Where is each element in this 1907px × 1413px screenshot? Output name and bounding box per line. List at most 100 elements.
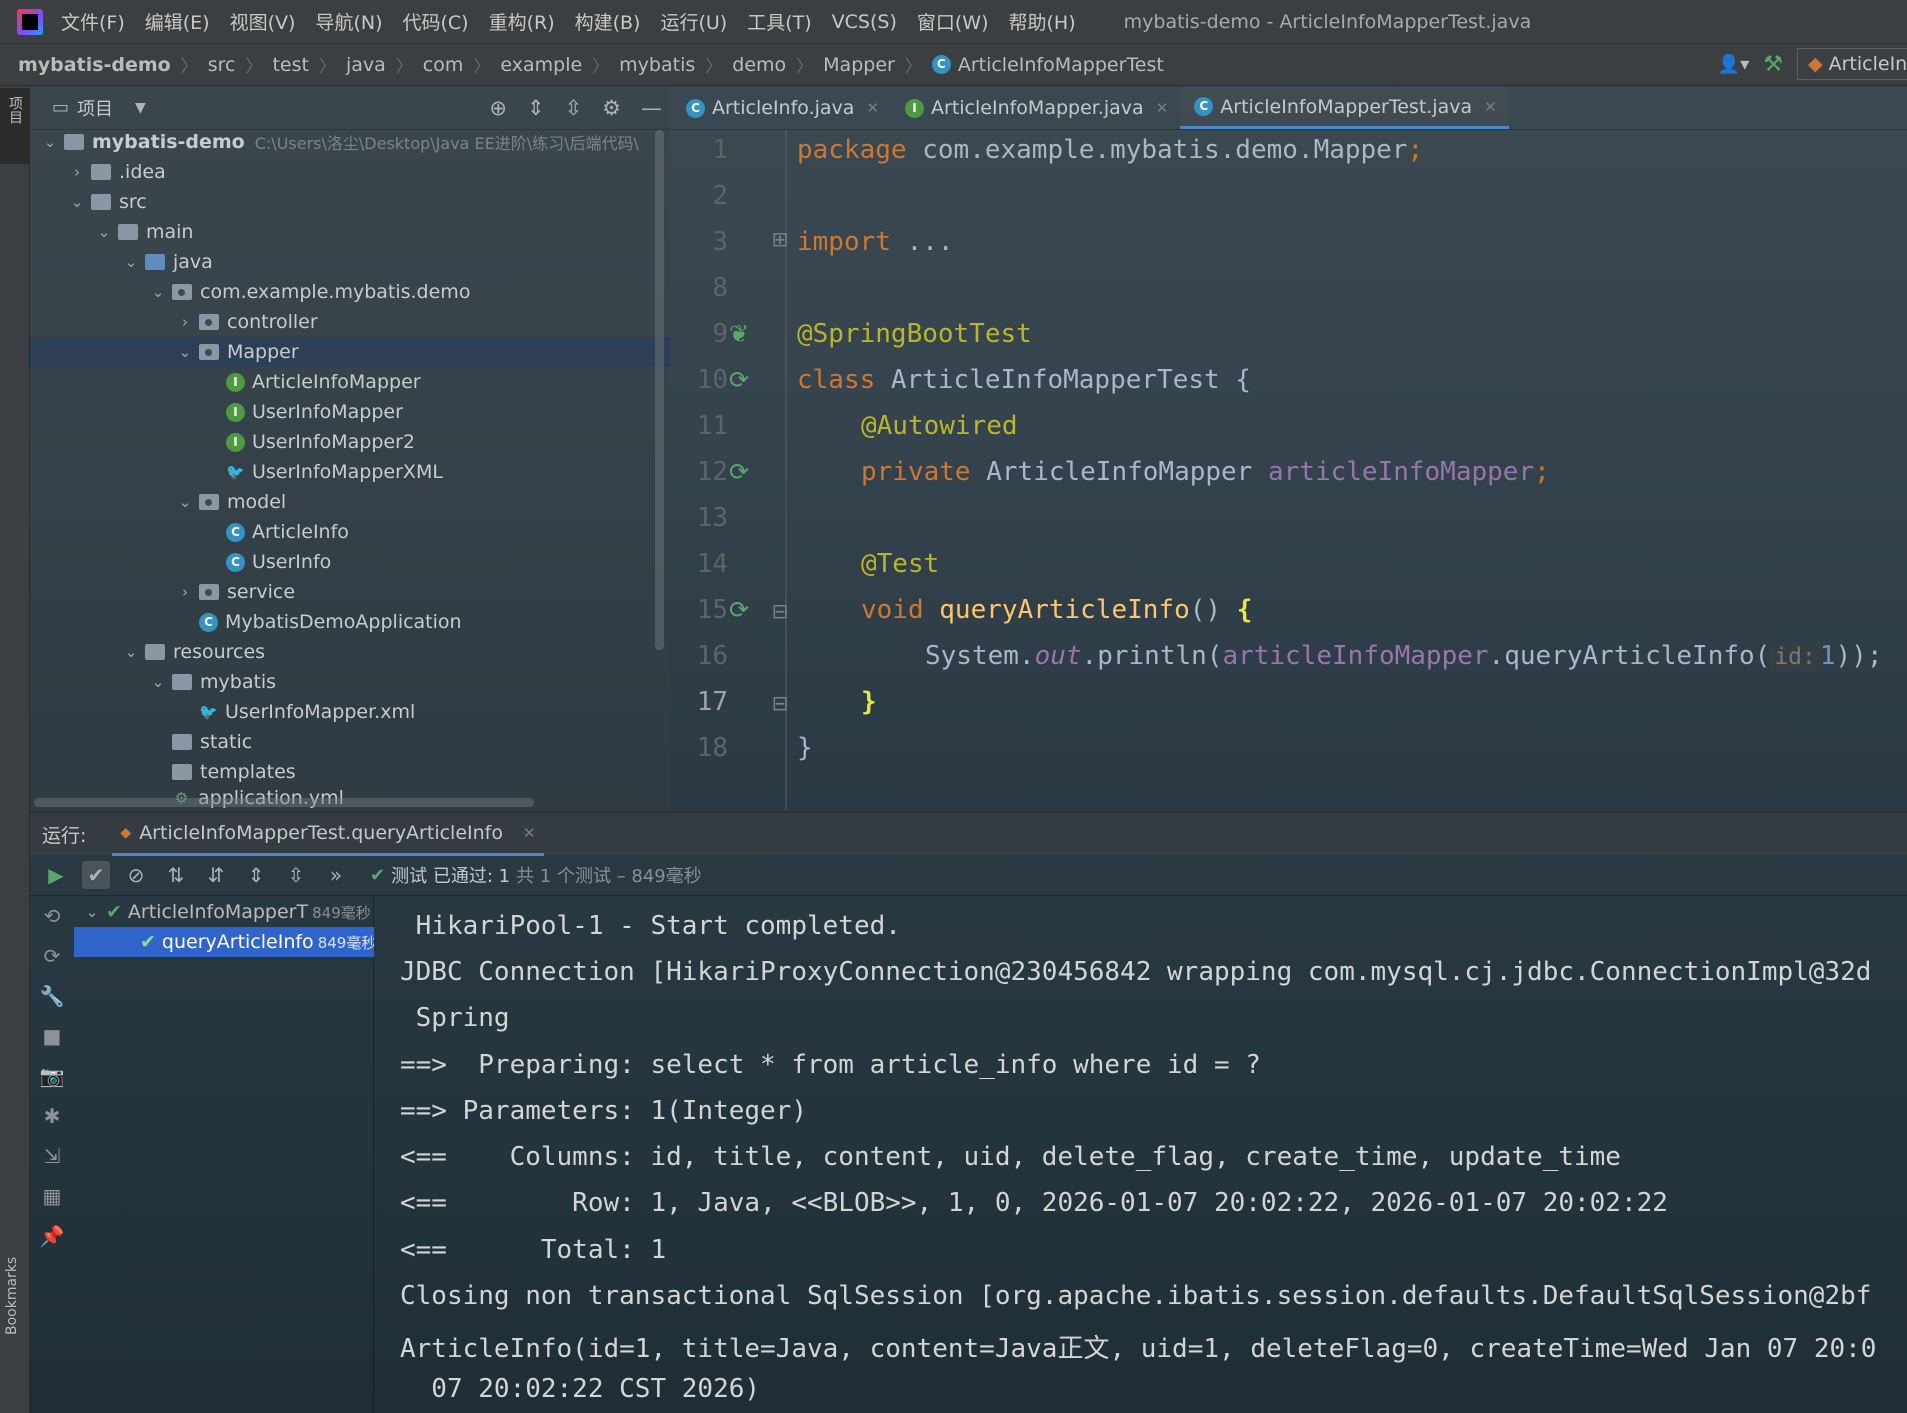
breadcrumb-src[interactable]: src (208, 54, 236, 76)
debug-icon[interactable]: ✱ (38, 1104, 66, 1130)
tree-node-mybatis-demo[interactable]: ⌄ mybatis-demo C:\Users\洛尘\Desktop\Java EE… (30, 127, 670, 157)
breadcrumb-mybatis[interactable]: mybatis (619, 54, 695, 76)
chevron-down-icon[interactable]: ⌄ (94, 223, 114, 241)
chevron-down-icon[interactable]: ⌄ (67, 193, 87, 211)
tree-node-static[interactable]: static (30, 727, 670, 757)
chevron-down-icon[interactable]: ⌄ (148, 283, 168, 301)
breadcrumb-example[interactable]: example (500, 54, 582, 76)
chevron-down-icon[interactable]: ⌄ (121, 643, 141, 661)
sort-duration-icon[interactable]: ⇵ (202, 861, 230, 889)
test-suite-row[interactable]: ⌄ ✔ ArticleInfoMapperT 849毫秒 (74, 897, 374, 927)
tree-node-userinfomapper[interactable]: I UserInfoMapper (30, 397, 670, 427)
tree-node-templates[interactable]: templates (30, 757, 670, 787)
chevron-down-icon[interactable]: ⌄ (82, 903, 102, 921)
close-icon[interactable]: ✕ (523, 824, 536, 842)
code-line-16[interactable]: System.out.println(articleInfoMapper.que… (925, 641, 1882, 671)
menu-file[interactable]: 文件(F) (61, 8, 125, 35)
wrench-icon[interactable]: 🔧 (38, 984, 66, 1010)
menu-build[interactable]: 构建(B) (575, 8, 641, 35)
chevron-down-icon[interactable]: ⌄ (175, 343, 195, 361)
rerun-failed-icon[interactable]: ⟲ (38, 904, 66, 930)
project-vertical-scrollbar[interactable] (655, 130, 664, 650)
breadcrumb-demo[interactable]: demo (732, 54, 786, 76)
menu-refactor[interactable]: 重构(R) (489, 8, 555, 35)
breadcrumb-project[interactable]: mybatis-demo (18, 54, 171, 76)
show-passed-icon[interactable]: ✔ (82, 861, 110, 889)
gear-icon[interactable]: ⚙ (602, 96, 621, 120)
tree-node-model[interactable]: ⌄ model (30, 487, 670, 517)
menu-code[interactable]: 代码(C) (402, 8, 468, 35)
sort-alpha-icon[interactable]: ⇅ (162, 861, 190, 889)
menu-run[interactable]: 运行(U) (660, 8, 727, 35)
code-line-18[interactable]: } (797, 733, 813, 763)
collapse-all-icon[interactable]: ⇳ (565, 96, 583, 120)
tab-articleinfo[interactable]: C ArticleInfo.java ✕ (672, 87, 891, 129)
tree-node-userinfo[interactable]: C UserInfo (30, 547, 670, 577)
code-line-1[interactable]: package com.example.mybatis.demo.Mapper; (797, 135, 1423, 165)
project-view-selector[interactable]: ▭ 项目 ▼ (52, 95, 146, 121)
breadcrumb-class[interactable]: C ArticleInfoMapperTest (931, 54, 1164, 76)
menu-navigate[interactable]: 导航(N) (315, 8, 382, 35)
run-test-method-icon[interactable]: ⟳ (724, 596, 754, 626)
menu-window[interactable]: 窗口(W) (917, 8, 989, 35)
show-ignored-icon[interactable]: ⊘ (122, 861, 150, 889)
tree-node-main[interactable]: ⌄ main (30, 217, 670, 247)
user-menu-icon[interactable]: 👤▾ (1718, 54, 1749, 75)
tree-node-mybatis-folder[interactable]: ⌄ mybatis (30, 667, 670, 697)
bookmarks-tool-button[interactable]: Bookmarks (4, 1257, 20, 1335)
pin-icon[interactable]: 📌 (38, 1224, 66, 1250)
code-line-14[interactable]: @Test (861, 549, 939, 579)
expand-all-icon[interactable]: ⇕ (242, 861, 270, 889)
code-line-15[interactable]: void queryArticleInfo() { (861, 595, 1252, 625)
close-icon[interactable]: ✕ (866, 99, 879, 117)
breadcrumb-java[interactable]: java (346, 54, 386, 76)
tree-node-package[interactable]: ⌄ com.example.mybatis.demo (30, 277, 670, 307)
tree-node-articleinfo[interactable]: C ArticleInfo (30, 517, 670, 547)
expand-all-icon[interactable]: ⇕ (527, 96, 545, 120)
tree-node-articleinfomapper[interactable]: I ArticleInfoMapper (30, 367, 670, 397)
locate-icon[interactable]: ⊕ (489, 96, 507, 120)
tree-node-src[interactable]: ⌄ src (30, 187, 670, 217)
menu-tools[interactable]: 工具(T) (747, 8, 811, 35)
test-method-row[interactable]: ✔ queryArticleInfo 849毫秒 (74, 927, 374, 957)
spring-bean-icon[interactable]: ❦ (724, 320, 754, 350)
chevron-right-icon[interactable]: › (67, 163, 87, 181)
autowired-navigate-icon[interactable]: ⟳ (724, 458, 754, 488)
build-hammer-icon[interactable]: ⚒ (1763, 52, 1783, 77)
tab-articleinfomappertest[interactable]: C ArticleInfoMapperTest.java ✕ (1180, 87, 1509, 129)
code-line-12[interactable]: private ArticleInfoMapper articleInfoMap… (861, 457, 1550, 487)
tree-node-java[interactable]: ⌄ java (30, 247, 670, 277)
export-icon[interactable]: ⇲ (38, 1144, 66, 1170)
breadcrumb-com[interactable]: com (423, 54, 464, 76)
chevron-down-icon[interactable]: ⌄ (121, 253, 141, 271)
tree-node-userinfomapper-xml[interactable]: 🐦 UserInfoMapper.xml (30, 697, 670, 727)
project-tool-button[interactable]: 项目 (0, 88, 30, 164)
breadcrumb-test[interactable]: test (272, 54, 309, 76)
project-horizontal-scrollbar[interactable] (34, 798, 534, 807)
breadcrumb-mapper[interactable]: Mapper (823, 54, 895, 76)
code-line-9[interactable]: @SpringBootTest (797, 319, 1032, 349)
close-icon[interactable]: ✕ (1484, 98, 1497, 116)
code-line-3[interactable]: import ... (797, 227, 954, 257)
menu-edit[interactable]: 编辑(E) (145, 8, 210, 35)
menu-vcs[interactable]: VCS(S) (832, 11, 897, 33)
run-configuration-selector[interactable]: ◆ ArticleIn (1797, 48, 1907, 80)
stop-icon[interactable]: ■ (38, 1024, 66, 1050)
chevron-down-icon[interactable]: ⌄ (175, 493, 195, 511)
chevron-down-icon[interactable]: ⌄ (148, 673, 168, 691)
toggle-auto-test-icon[interactable]: ⟳ (38, 944, 66, 970)
close-icon[interactable]: ✕ (1156, 99, 1169, 117)
tree-node-service[interactable]: › service (30, 577, 670, 607)
tree-node-idea[interactable]: › .idea (30, 157, 670, 187)
tree-node-controller[interactable]: › controller (30, 307, 670, 337)
fold-end-icon[interactable]: ⊟ (770, 691, 790, 721)
chevron-right-icon[interactable]: › (175, 583, 195, 601)
code-line-17[interactable]: } (861, 687, 877, 717)
rerun-icon[interactable]: ▶ (42, 861, 70, 889)
more-icon[interactable]: » (322, 861, 350, 889)
tree-node-application-class[interactable]: C MybatisDemoApplication (30, 607, 670, 637)
tab-articleinfomapper[interactable]: I ArticleInfoMapper.java ✕ (891, 87, 1180, 129)
code-line-11[interactable]: @Autowired (861, 411, 1018, 441)
tree-node-userinfomapper2[interactable]: I UserInfoMapper2 (30, 427, 670, 457)
camera-icon[interactable]: 📷 (38, 1064, 66, 1090)
